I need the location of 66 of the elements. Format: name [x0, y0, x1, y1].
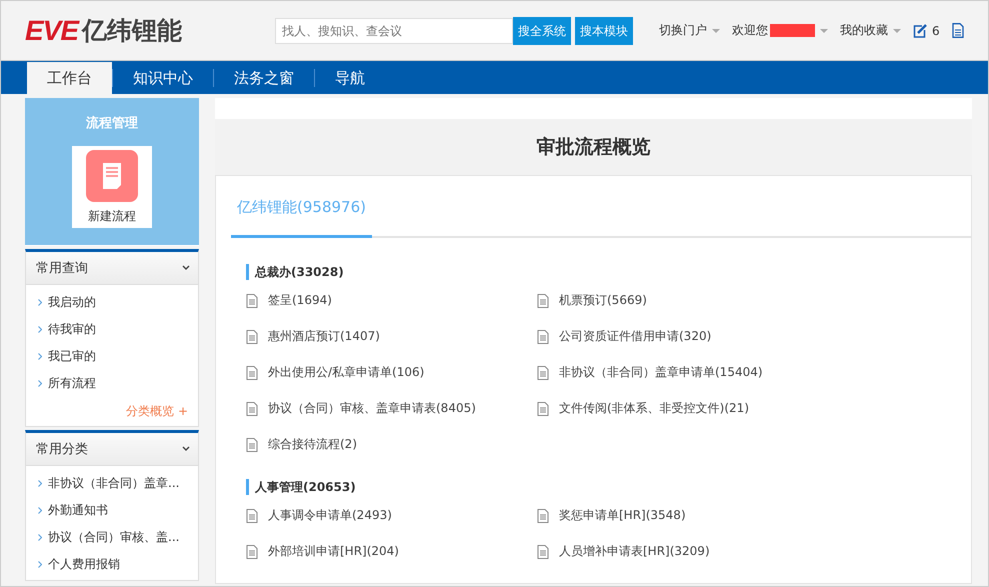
search-button[interactable]: 搜本模块 — [575, 16, 633, 44]
sidebar-link[interactable]: 待我审的 — [48, 321, 96, 338]
sidebar-link[interactable]: 外勤通知书 — [48, 502, 108, 519]
new-process-button[interactable]: 新建流程 — [72, 146, 152, 228]
sidebar-link[interactable]: 个人费用报销 — [48, 556, 120, 573]
group-title: 人事管理(20653) — [246, 479, 971, 496]
notice-count[interactable]: 6 — [932, 24, 940, 38]
document-icon — [246, 330, 258, 344]
process-link[interactable]: 奖惩申请单[HR](3548) — [559, 507, 686, 524]
chevron-icon — [38, 326, 42, 333]
company-name: 亿纬锂能 — [82, 15, 182, 47]
chevron-icon — [38, 353, 42, 360]
document-icon — [537, 294, 549, 308]
sidebar-link[interactable]: 我已审的 — [48, 348, 96, 365]
document-icon — [537, 508, 549, 523]
chevron-icon — [38, 380, 42, 387]
process-link[interactable]: 外部培训申请[HR](204) — [268, 543, 399, 560]
process-link[interactable]: 协议（合同）审核、盖章申请表(8405) — [268, 400, 476, 418]
chevron-icon[interactable] — [182, 446, 190, 452]
section-title: 常用查询 — [36, 260, 88, 277]
document-icon — [537, 402, 549, 416]
document-icon — [246, 402, 258, 416]
nav-tab[interactable]: 知识中心 — [113, 62, 213, 94]
sidebar-link[interactable]: 我启动的 — [48, 294, 96, 311]
chevron-icon — [38, 480, 42, 487]
edit-icon[interactable] — [913, 24, 928, 38]
process-link[interactable]: 签呈(1694) — [268, 292, 332, 310]
process-link[interactable]: 人员增补申请表[HR](3209) — [559, 543, 710, 560]
logo-mark: EVE — [25, 14, 78, 46]
chevron-icon[interactable] — [182, 265, 190, 271]
document-icon — [246, 294, 258, 308]
process-link[interactable]: 综合接待流程(2) — [268, 436, 357, 454]
header-menu[interactable]: 切换门户 — [659, 22, 707, 39]
process-link[interactable]: 外出使用公/私章申请单(106) — [268, 364, 424, 382]
search-button[interactable]: 搜全系统 — [513, 16, 571, 44]
chevron-icon — [38, 534, 42, 541]
document-icon — [537, 366, 549, 380]
header-menu[interactable]: 欢迎您 — [732, 22, 768, 39]
document-icon — [246, 366, 258, 380]
document-icon — [537, 544, 549, 559]
chevron-icon — [38, 507, 42, 514]
sidebar-link[interactable]: 非协议（非合同）盖章... — [48, 475, 180, 492]
chevron-icon — [38, 561, 42, 568]
nav-tab[interactable]: 导航 — [315, 62, 385, 94]
document-icon — [537, 330, 549, 344]
process-link[interactable]: 非协议（非合同）盖章申请单(15404) — [559, 364, 763, 382]
group-title: 总裁办(33028) — [246, 264, 971, 280]
document-icon — [246, 508, 258, 523]
nav-tab[interactable]: 法务之窗 — [214, 62, 314, 94]
nav-tab[interactable]: 工作台 — [27, 62, 112, 94]
process-link[interactable]: 公司资质证件借用申请(320) — [559, 328, 712, 346]
document-icon[interactable] — [952, 23, 964, 38]
document-icon — [246, 438, 258, 452]
document-icon — [246, 544, 258, 559]
sidebar-link[interactable]: 所有流程 — [48, 375, 96, 392]
process-link[interactable]: 人事调令申请单(2493) — [268, 507, 392, 524]
chevron-icon — [38, 299, 42, 306]
header-menu[interactable]: 我的收藏 — [840, 22, 888, 39]
process-link[interactable]: 机票预订(5669) — [559, 292, 647, 310]
process-link[interactable]: 惠州酒店预订(1407) — [268, 328, 380, 346]
module-title: 流程管理 — [86, 114, 138, 132]
sidebar-link[interactable]: 协议（合同）审核、盖... — [48, 529, 180, 546]
section-title: 常用分类 — [36, 441, 88, 458]
process-link[interactable]: 文件传阅(非体系、非受控文件)(21) — [559, 400, 749, 418]
redaction-mark — [770, 24, 815, 37]
search-field[interactable]: 找人、搜知识、查会议 — [275, 18, 513, 44]
